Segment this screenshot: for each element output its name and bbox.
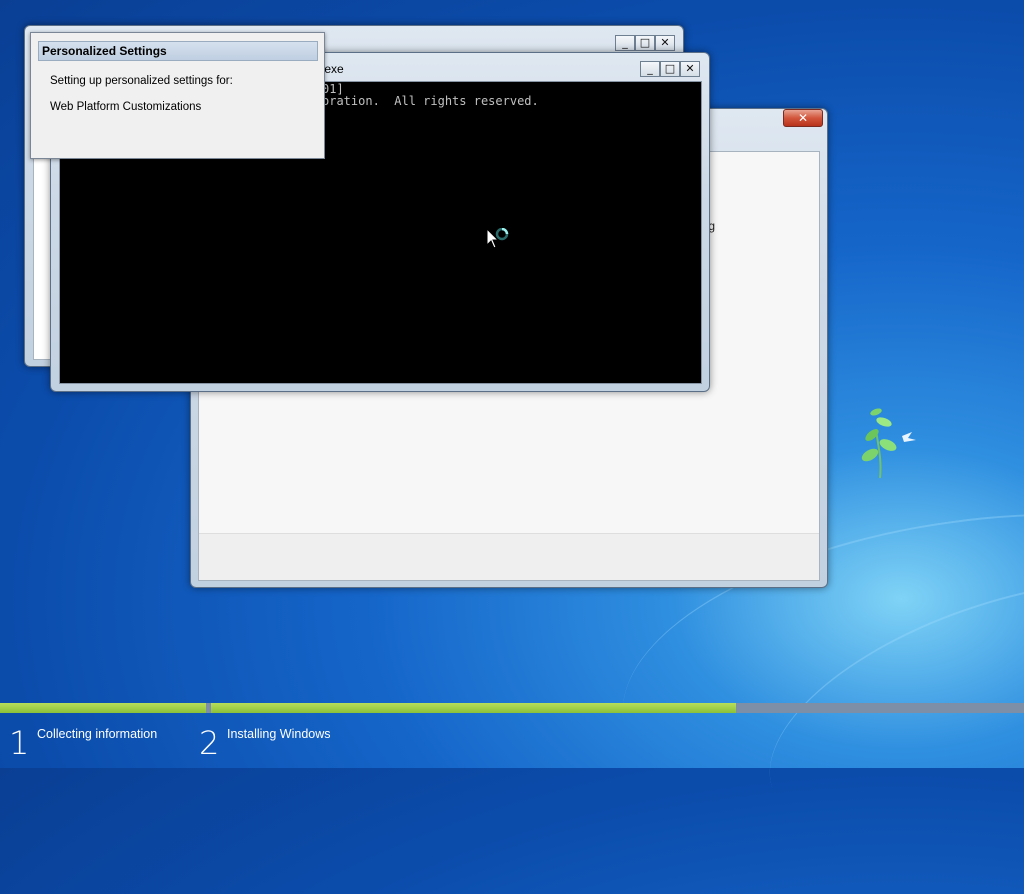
- stage2-label: Installing Windows: [227, 727, 331, 741]
- windows-tree-logo-icon: [861, 408, 916, 479]
- stage2-number: 2: [199, 724, 220, 762]
- busy-cursor-icon: [486, 228, 509, 249]
- cmd-maximize-button[interactable]: □: [660, 61, 680, 77]
- bg-minimize-button[interactable]: _: [615, 35, 635, 51]
- stage1-label: Collecting information: [37, 727, 158, 741]
- cmd-minimize-button[interactable]: _: [640, 61, 660, 77]
- personalized-settings-item: Web Platform Customizations: [50, 101, 202, 113]
- stage1-progress-bar: [0, 703, 206, 713]
- bg-maximize-button[interactable]: □: [635, 35, 655, 51]
- bg-close-button[interactable]: ✕: [655, 35, 675, 51]
- stage1-number: 1: [9, 724, 30, 762]
- stage2-progress-bar: [211, 703, 736, 713]
- personalized-settings-message: Setting up personalized settings for:: [50, 75, 233, 87]
- setup-close-button[interactable]: ✕: [783, 109, 823, 127]
- setup-window-footer: [199, 533, 819, 580]
- console-line: oration. All rights reserved.: [322, 94, 539, 108]
- cmd-close-button[interactable]: ✕: [680, 61, 700, 77]
- personalized-settings-dialog: Personalized Settings Setting up persona…: [30, 32, 325, 159]
- personalized-settings-header: Personalized Settings: [38, 41, 318, 61]
